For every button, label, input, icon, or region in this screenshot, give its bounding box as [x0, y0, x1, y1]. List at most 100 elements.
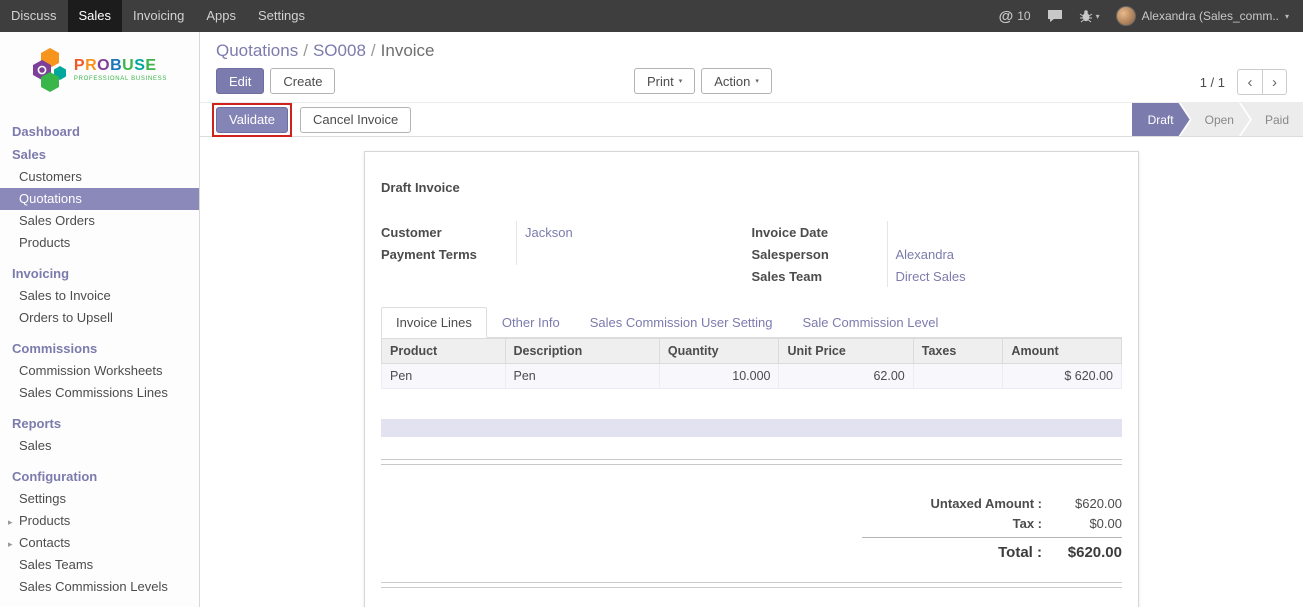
sidebar-item-sales-orders[interactable]: Sales Orders	[0, 210, 199, 232]
create-button[interactable]: Create	[270, 68, 335, 94]
field-group: Customer Jackson Payment Terms Invoice D…	[381, 221, 1122, 287]
validate-button[interactable]: Validate	[216, 107, 288, 133]
logo-text: PROBUSE PROFESSIONAL BUSINESS	[74, 57, 167, 82]
breadcrumb-current: Invoice	[381, 41, 435, 60]
header-quantity[interactable]: Quantity	[659, 339, 779, 364]
tax-row: Tax : $0.00	[862, 513, 1122, 533]
print-dropdown-button[interactable]: Print▾	[634, 68, 695, 94]
sidebar-section-invoicing[interactable]: Invoicing	[0, 262, 199, 285]
chevron-right-icon: ▸	[8, 537, 13, 551]
header-amount[interactable]: Amount	[1003, 339, 1122, 364]
control-panel-row: Edit Create Print▾ Action▾ 1 / 1 ‹ ›	[216, 68, 1287, 96]
sales-team-label: Sales Team	[752, 269, 887, 284]
sidebar-item-orders-to-upsell[interactable]: Orders to Upsell	[0, 307, 199, 329]
footer-separator	[381, 582, 1122, 588]
invoice-lines-table: Product Description Quantity Unit Price …	[381, 338, 1122, 389]
tab-sale-commission-level[interactable]: Sale Commission Level	[788, 307, 954, 338]
action-dropdown-button[interactable]: Action▾	[701, 68, 772, 94]
total-row: Total : $620.00	[862, 537, 1122, 564]
cancel-invoice-button[interactable]: Cancel Invoice	[300, 107, 411, 133]
sidebar-section-dashboard[interactable]: Dashboard	[0, 120, 199, 143]
logo-title: PROBUSE	[74, 57, 167, 74]
total-label: Total :	[862, 544, 1042, 561]
menu-sales[interactable]: Sales	[68, 0, 123, 32]
sidebar-item-products[interactable]: Products	[0, 232, 199, 254]
tab-other-info[interactable]: Other Info	[487, 307, 575, 338]
topbar-right: @ 10 ▾ Alexandra (Sales_comm.. ▾	[999, 0, 1303, 32]
state-open[interactable]: Open	[1181, 103, 1250, 136]
sidebar-item-sales-commissions-lines[interactable]: Sales Commissions Lines	[0, 382, 199, 404]
logo-hexagons-icon	[32, 46, 68, 92]
table-row[interactable]: Pen Pen 10.000 62.00 $ 620.00	[382, 364, 1122, 389]
control-panel-center: Print▾ Action▾	[634, 68, 772, 94]
tab-sales-commission-user-setting[interactable]: Sales Commission User Setting	[575, 307, 788, 338]
cell-product[interactable]: Pen	[382, 364, 506, 389]
sidebar-section-commissions[interactable]: Commissions	[0, 337, 199, 360]
messages-button[interactable]	[1047, 9, 1063, 23]
topbar: Discuss Sales Invoicing Apps Settings @ …	[0, 0, 1303, 32]
menu-settings[interactable]: Settings	[247, 0, 316, 32]
cell-unit-price[interactable]: 62.00	[779, 364, 913, 389]
statusbar-states: Draft Open Paid	[1132, 103, 1303, 136]
field-payment-terms: Payment Terms	[381, 243, 752, 265]
main-content: Quotations/SO008/Invoice Edit Create Pri…	[200, 32, 1303, 607]
sales-team-value[interactable]: Direct Sales	[887, 265, 1123, 287]
state-paid[interactable]: Paid	[1241, 103, 1303, 136]
control-panel-right: 1 / 1 ‹ ›	[1200, 69, 1287, 95]
untaxed-amount-value: $620.00	[1042, 496, 1122, 511]
cell-taxes[interactable]	[913, 364, 1003, 389]
sidebar-section-reports[interactable]: Reports	[0, 412, 199, 435]
cell-description[interactable]: Pen	[505, 364, 659, 389]
header-unit-price[interactable]: Unit Price	[779, 339, 913, 364]
sidebar-item-settings[interactable]: Settings	[0, 488, 199, 510]
sidebar-item-sales-teams[interactable]: Sales Teams	[0, 554, 199, 576]
activities-count: 10	[1017, 9, 1030, 23]
breadcrumb: Quotations/SO008/Invoice	[216, 40, 1287, 61]
breadcrumb-quotations[interactable]: Quotations	[216, 41, 298, 60]
payment-terms-label: Payment Terms	[381, 247, 516, 262]
customer-value[interactable]: Jackson	[516, 221, 752, 243]
untaxed-amount-row: Untaxed Amount : $620.00	[862, 493, 1122, 513]
sidebar-item-sales-commission-levels[interactable]: Sales Commission Levels	[0, 576, 199, 598]
payment-terms-value	[516, 243, 752, 265]
menu-invoicing[interactable]: Invoicing	[122, 0, 195, 32]
sidebar-section-configuration[interactable]: Configuration	[0, 465, 199, 488]
header-taxes[interactable]: Taxes	[913, 339, 1003, 364]
cell-quantity[interactable]: 10.000	[659, 364, 779, 389]
sidebar-item-config-contacts[interactable]: ▸Contacts	[0, 532, 199, 554]
field-sales-team: Sales Team Direct Sales	[752, 265, 1123, 287]
sidebar-item-commission-worksheets[interactable]: Commission Worksheets	[0, 360, 199, 382]
pager-previous-button[interactable]: ‹	[1237, 69, 1262, 95]
sidebar-item-sales-to-invoice[interactable]: Sales to Invoice	[0, 285, 199, 307]
chat-bubble-icon	[1047, 9, 1063, 23]
salesperson-value[interactable]: Alexandra	[887, 243, 1123, 265]
breadcrumb-so008[interactable]: SO008	[313, 41, 366, 60]
user-menu[interactable]: Alexandra (Sales_comm.. ▾	[1116, 6, 1289, 26]
activities-button[interactable]: @ 10	[999, 8, 1031, 25]
sidebar-item-config-products[interactable]: ▸Products	[0, 510, 199, 532]
header-description[interactable]: Description	[505, 339, 659, 364]
debug-menu-button[interactable]: ▾	[1079, 9, 1100, 23]
sidebar-item-quotations[interactable]: Quotations	[0, 188, 199, 210]
menu-discuss[interactable]: Discuss	[0, 0, 68, 32]
field-customer: Customer Jackson	[381, 221, 752, 243]
state-draft[interactable]: Draft	[1132, 103, 1190, 136]
invoice-date-label: Invoice Date	[752, 225, 887, 240]
cell-amount[interactable]: $ 620.00	[1003, 364, 1122, 389]
menu-apps[interactable]: Apps	[195, 0, 247, 32]
statusbar: Validate Cancel Invoice Draft Open Paid	[200, 102, 1303, 137]
pager-next-button[interactable]: ›	[1262, 69, 1287, 95]
sidebar-nav: Dashboard Sales Customers Quotations Sal…	[0, 120, 199, 598]
app-logo: PROBUSE PROFESSIONAL BUSINESS	[0, 32, 199, 112]
header-product[interactable]: Product	[382, 339, 506, 364]
breadcrumb-separator: /	[371, 41, 376, 60]
invoice-state-title: Draft Invoice	[381, 180, 1122, 195]
control-panel: Quotations/SO008/Invoice Edit Create Pri…	[200, 32, 1303, 102]
tab-invoice-lines[interactable]: Invoice Lines	[381, 307, 487, 338]
edit-button[interactable]: Edit	[216, 68, 264, 94]
customer-label: Customer	[381, 225, 516, 240]
sidebar-section-sales[interactable]: Sales	[0, 143, 199, 166]
sidebar-item-reports-sales[interactable]: Sales	[0, 435, 199, 457]
untaxed-amount-label: Untaxed Amount :	[862, 496, 1042, 511]
sidebar-item-customers[interactable]: Customers	[0, 166, 199, 188]
